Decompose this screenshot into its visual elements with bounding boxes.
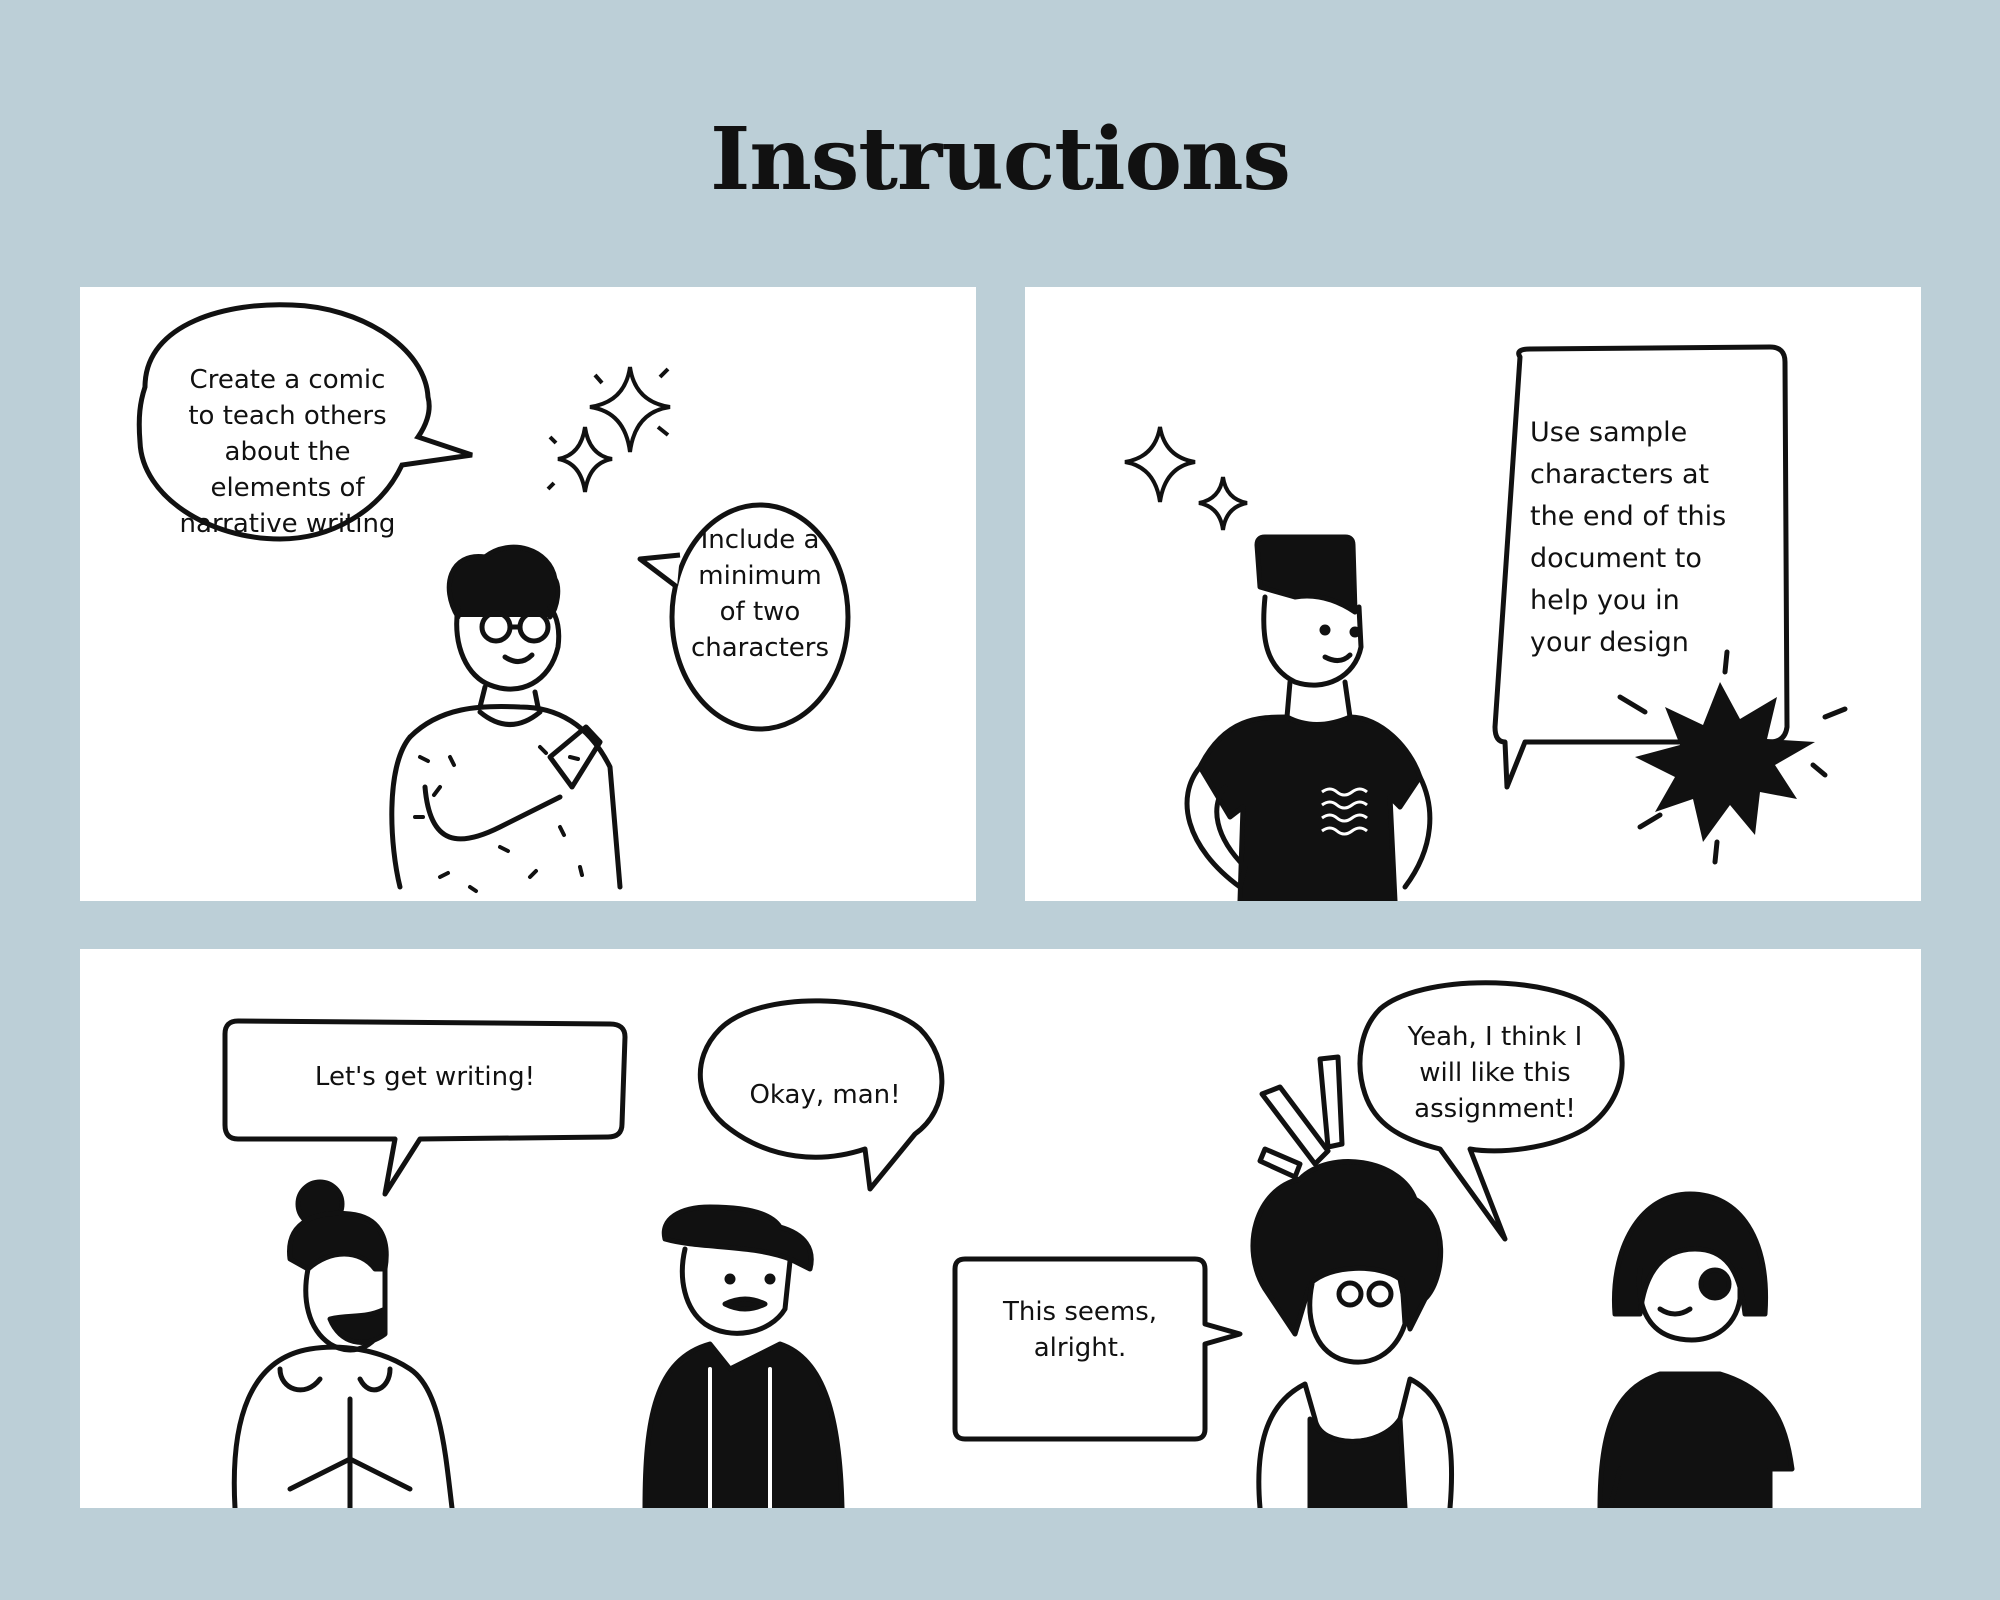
sparkle-icon — [1124, 426, 1248, 531]
character-woman-bob — [1597, 1191, 1795, 1508]
panel-2-artwork — [1124, 344, 1848, 901]
comic-panel-1: Create a comic to teach others about the… — [80, 287, 976, 901]
page-title: Instructions — [710, 109, 1291, 210]
character-man-hat — [642, 1204, 845, 1508]
bubble-text-two-characters: Include a minimum of two characters — [690, 525, 830, 663]
character-man-bun — [231, 1179, 455, 1508]
panel-3-artwork — [222, 980, 1795, 1508]
bubble-text-yeah-i-think: Yeah, I think I will like this assignmen… — [1407, 1022, 1583, 1124]
exclamation-icon — [1257, 1054, 1345, 1180]
comic-panel-2: Use sample characters at the end of this… — [1025, 287, 1921, 901]
bubble-text-this-seems: This seems, alright. — [1002, 1297, 1158, 1363]
bubble-text-sample-characters: Use sample characters at the end of this… — [1530, 417, 1727, 658]
sparkle-icon — [546, 366, 671, 493]
character-woman-glasses — [389, 544, 623, 890]
speech-bubble-rect-lets-go — [222, 1018, 628, 1197]
character-man-flattop — [1184, 534, 1433, 901]
bubble-text-okay-man: Okay, man! — [749, 1080, 901, 1110]
comic-panel-3: Let's get writing! Okay, man! This seems… — [80, 949, 1921, 1508]
bubble-text-create-comic: Create a comic to teach others about the… — [179, 365, 396, 539]
character-woman-afro — [1250, 1159, 1455, 1508]
bubble-text-lets-get-writing: Let's get writing! — [314, 1062, 536, 1092]
